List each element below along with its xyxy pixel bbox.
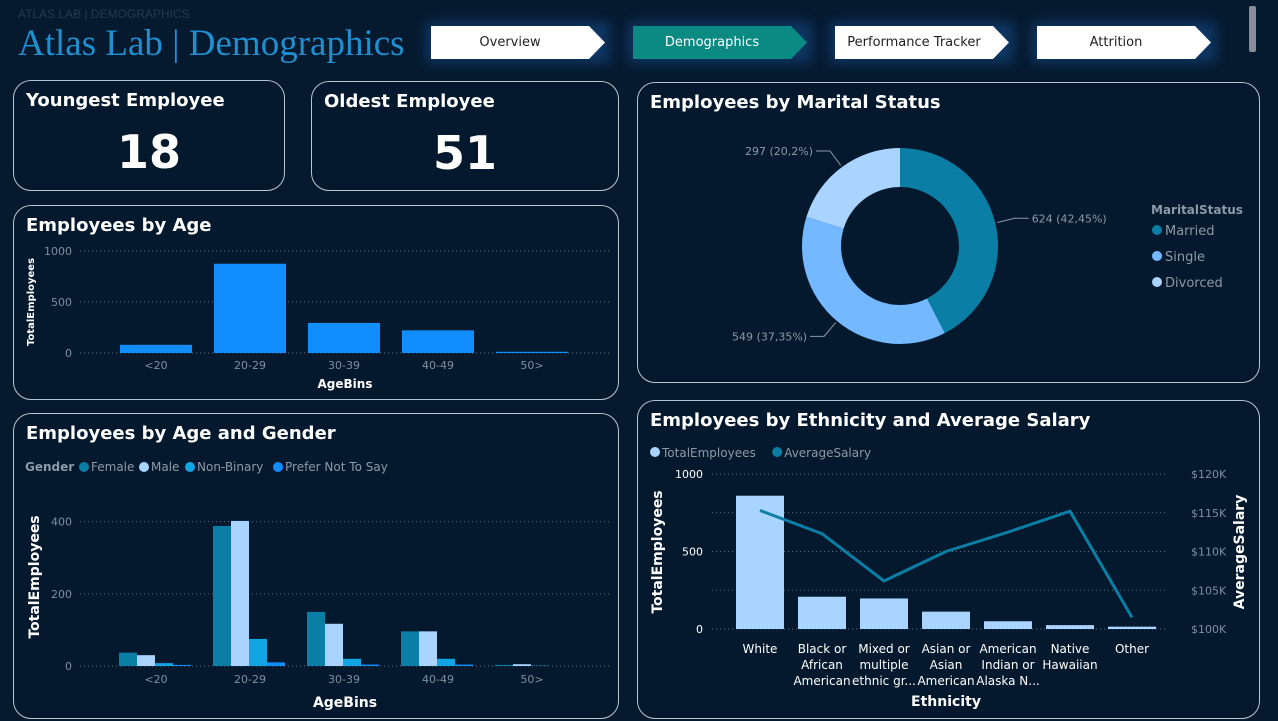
youngest-employee-value: 18: [116, 125, 181, 179]
employees-by-marital-card: Employees by Marital Status: [637, 82, 1260, 383]
youngest-employee-card: Youngest Employee 18: [13, 80, 285, 191]
employees-by-age-gender-card: Employees by Age and Gender: [13, 413, 619, 719]
nav-overview-button[interactable]: Overview: [431, 26, 605, 59]
nav-demographics-label: Demographics: [664, 35, 760, 50]
nav-demographics-button[interactable]: Demographics: [633, 26, 807, 59]
nav-attrition-label: Attrition: [1089, 35, 1143, 50]
oldest-employee-card: Oldest Employee 51: [311, 81, 619, 191]
small-page-title: ATLAS LAB | DEMOGRAPHICS: [18, 7, 190, 21]
youngest-employee-label: Youngest Employee: [26, 90, 225, 111]
age-chart-title: Employees by Age: [26, 215, 212, 236]
nav-overview-label: Overview: [479, 35, 541, 50]
marital-chart-title: Employees by Marital Status: [650, 92, 941, 113]
employees-by-age-card: Employees by Age: [13, 205, 619, 400]
oldest-employee-value: 51: [432, 126, 497, 180]
nav-performance-tracker-button[interactable]: Performance Tracker: [835, 26, 1009, 59]
nav-performance-tracker-label: Performance Tracker: [847, 35, 981, 50]
ethnicity-chart-title: Employees by Ethnicity and Average Salar…: [650, 410, 1091, 431]
nav-attrition-button[interactable]: Attrition: [1037, 26, 1211, 59]
oldest-employee-label: Oldest Employee: [324, 91, 495, 112]
age-gender-chart-title: Employees by Age and Gender: [26, 423, 336, 444]
page-title: Atlas Lab | Demographics: [18, 23, 405, 64]
scrollbar[interactable]: [1249, 6, 1256, 52]
employees-by-ethnicity-card: Employees by Ethnicity and Average Salar…: [637, 400, 1260, 719]
